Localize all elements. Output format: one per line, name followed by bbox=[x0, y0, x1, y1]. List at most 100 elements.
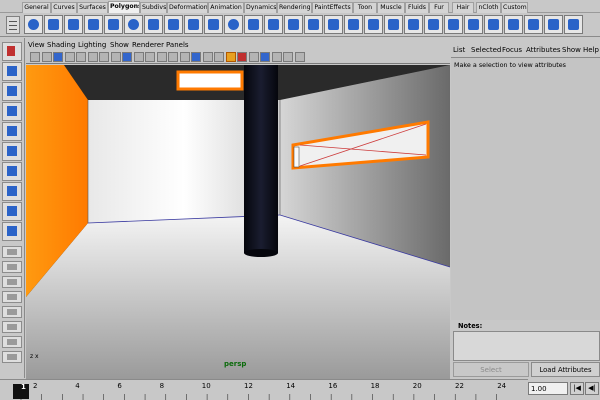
pipe-icon[interactable] bbox=[184, 15, 203, 34]
grid-icon[interactable] bbox=[87, 52, 98, 62]
perspective-viewport[interactable]: persp z x bbox=[26, 65, 450, 379]
film-gate-icon[interactable] bbox=[99, 52, 109, 62]
shelf-tab-animation[interactable]: Animation bbox=[208, 2, 244, 13]
reduce-icon[interactable] bbox=[424, 15, 443, 34]
shelf-tab-dynamics[interactable]: Dynamics bbox=[244, 2, 277, 13]
panel-menu-panels[interactable]: Panels bbox=[166, 40, 189, 51]
select-tool-icon[interactable] bbox=[2, 42, 22, 61]
attr-menu-attributes[interactable]: Attributes bbox=[526, 44, 561, 56]
use-all-lights-icon[interactable] bbox=[225, 52, 236, 62]
shelf-tab-toon[interactable]: Toon bbox=[353, 2, 377, 13]
attr-menu-show[interactable]: Show bbox=[562, 44, 581, 56]
lasso-tool-icon[interactable] bbox=[2, 62, 22, 81]
safe-action-icon[interactable] bbox=[145, 52, 155, 62]
single-perspective-layout-icon[interactable] bbox=[2, 246, 22, 258]
pyramid-icon[interactable] bbox=[164, 15, 183, 34]
camera-attributes-icon[interactable] bbox=[41, 52, 52, 62]
go-to-start-icon[interactable]: |◀ bbox=[570, 382, 584, 395]
bridge-icon[interactable] bbox=[564, 15, 583, 34]
gate-mask-icon[interactable] bbox=[122, 52, 132, 62]
extract-icon[interactable] bbox=[304, 15, 323, 34]
attr-menu-selected[interactable]: Selected bbox=[471, 44, 501, 56]
notes-field[interactable] bbox=[453, 331, 600, 361]
time-slider[interactable]: 1 2 4 6 8 10 12 14 16 18 20 22 24 bbox=[0, 379, 528, 400]
cleanup-icon[interactable] bbox=[444, 15, 463, 34]
default-quality-icon[interactable] bbox=[294, 52, 305, 62]
torus-icon[interactable] bbox=[124, 15, 143, 34]
shelf-tab-fluids[interactable]: Fluids bbox=[405, 2, 429, 13]
xray-joints-icon[interactable] bbox=[283, 52, 293, 62]
hypershade-persp-layout-icon[interactable] bbox=[2, 306, 22, 318]
scale-tool-icon[interactable] bbox=[2, 142, 22, 161]
ceiling-light-panel[interactable] bbox=[176, 70, 244, 91]
screen-space-ao-icon[interactable] bbox=[248, 52, 259, 62]
shelf-tab-ncloth[interactable]: nCloth bbox=[476, 2, 501, 13]
current-frame-field[interactable]: 1.00 bbox=[528, 382, 568, 395]
xray-icon[interactable] bbox=[271, 52, 282, 62]
boolean-difference-icon[interactable] bbox=[344, 15, 363, 34]
quadrangulate-icon[interactable] bbox=[484, 15, 503, 34]
separate-icon[interactable] bbox=[284, 15, 303, 34]
sphere-icon[interactable] bbox=[24, 15, 43, 34]
plane-icon[interactable] bbox=[104, 15, 123, 34]
paint-select-tool-icon[interactable] bbox=[2, 82, 22, 101]
shelf-tab-polygons[interactable]: Polygons bbox=[108, 1, 140, 13]
persp-outliner-layout-icon[interactable] bbox=[2, 276, 22, 288]
move-tool-icon[interactable] bbox=[2, 102, 22, 121]
outliner-layout-icon[interactable] bbox=[2, 336, 22, 348]
isolate-select-icon[interactable] bbox=[260, 52, 270, 62]
prism-icon[interactable] bbox=[144, 15, 163, 34]
field-chart-icon[interactable] bbox=[133, 52, 144, 62]
step-back-icon[interactable]: ◀| bbox=[585, 382, 599, 395]
extrude-icon[interactable] bbox=[544, 15, 563, 34]
persp-graph-hypershade-layout-icon[interactable] bbox=[2, 321, 22, 333]
select-button[interactable]: Select bbox=[453, 362, 529, 377]
boolean-union-icon[interactable] bbox=[324, 15, 343, 34]
rotate-tool-icon[interactable] bbox=[2, 122, 22, 141]
shelf-tab-deformation[interactable]: Deformation bbox=[167, 2, 208, 13]
make-hole-icon[interactable] bbox=[524, 15, 543, 34]
attr-menu-focus[interactable]: Focus bbox=[502, 44, 522, 56]
smooth-shade-icon[interactable] bbox=[179, 52, 190, 62]
image-plane-icon[interactable] bbox=[64, 52, 75, 62]
safe-title-icon[interactable] bbox=[156, 52, 167, 62]
fill-hole-icon[interactable] bbox=[504, 15, 523, 34]
shelf-tab-curves[interactable]: Curves bbox=[51, 2, 77, 13]
platonic-icon[interactable] bbox=[244, 15, 263, 34]
shelf-tab-general[interactable]: General bbox=[22, 2, 51, 13]
persp-graph-layout-icon[interactable] bbox=[2, 291, 22, 303]
select-camera-icon[interactable] bbox=[30, 52, 40, 62]
textured-icon[interactable] bbox=[214, 52, 224, 62]
shelf-tab-rendering[interactable]: Rendering bbox=[277, 2, 312, 13]
panel-menu-lighting[interactable]: Lighting bbox=[78, 40, 106, 51]
resolution-gate-icon[interactable] bbox=[110, 52, 121, 62]
soccer-ball-icon[interactable] bbox=[224, 15, 243, 34]
shelf-tab-custom[interactable]: Custom bbox=[501, 2, 528, 13]
shelf-menu-grip[interactable] bbox=[6, 16, 20, 34]
show-manipulator-icon[interactable] bbox=[2, 202, 22, 221]
four-view-layout-icon[interactable] bbox=[2, 261, 22, 273]
panel-menu-renderer[interactable]: Renderer bbox=[132, 40, 164, 51]
shelf-tab-fur[interactable]: Fur bbox=[429, 2, 449, 13]
shelf-tab-muscle[interactable]: Muscle bbox=[377, 2, 405, 13]
panel-menu-shading[interactable]: Shading bbox=[47, 40, 75, 51]
mirror-icon[interactable] bbox=[384, 15, 403, 34]
helix-icon[interactable] bbox=[204, 15, 223, 34]
combine-icon[interactable] bbox=[264, 15, 283, 34]
cube-icon[interactable] bbox=[44, 15, 63, 34]
last-tool-icon[interactable] bbox=[2, 222, 22, 241]
universal-manipulator-icon[interactable] bbox=[2, 162, 22, 181]
bookmarks-icon[interactable] bbox=[53, 52, 63, 62]
flat-shade-icon[interactable] bbox=[191, 52, 201, 62]
boolean-intersection-icon[interactable] bbox=[364, 15, 383, 34]
attr-menu-list[interactable]: List bbox=[453, 44, 465, 56]
shelf-tab-painteffects[interactable]: PaintEffects bbox=[312, 2, 353, 13]
pillar[interactable] bbox=[244, 65, 278, 253]
attr-menu-help[interactable]: Help bbox=[583, 44, 599, 56]
panel-menu-show[interactable]: Show bbox=[110, 40, 129, 51]
two-d-pan-zoom-icon[interactable] bbox=[76, 52, 86, 62]
shelf-tab-surfaces[interactable]: Surfaces bbox=[77, 2, 108, 13]
wireframe-on-shaded-icon[interactable] bbox=[202, 52, 213, 62]
panel-menu-view[interactable]: View bbox=[28, 40, 45, 51]
render-view-layout-icon[interactable] bbox=[2, 351, 22, 363]
